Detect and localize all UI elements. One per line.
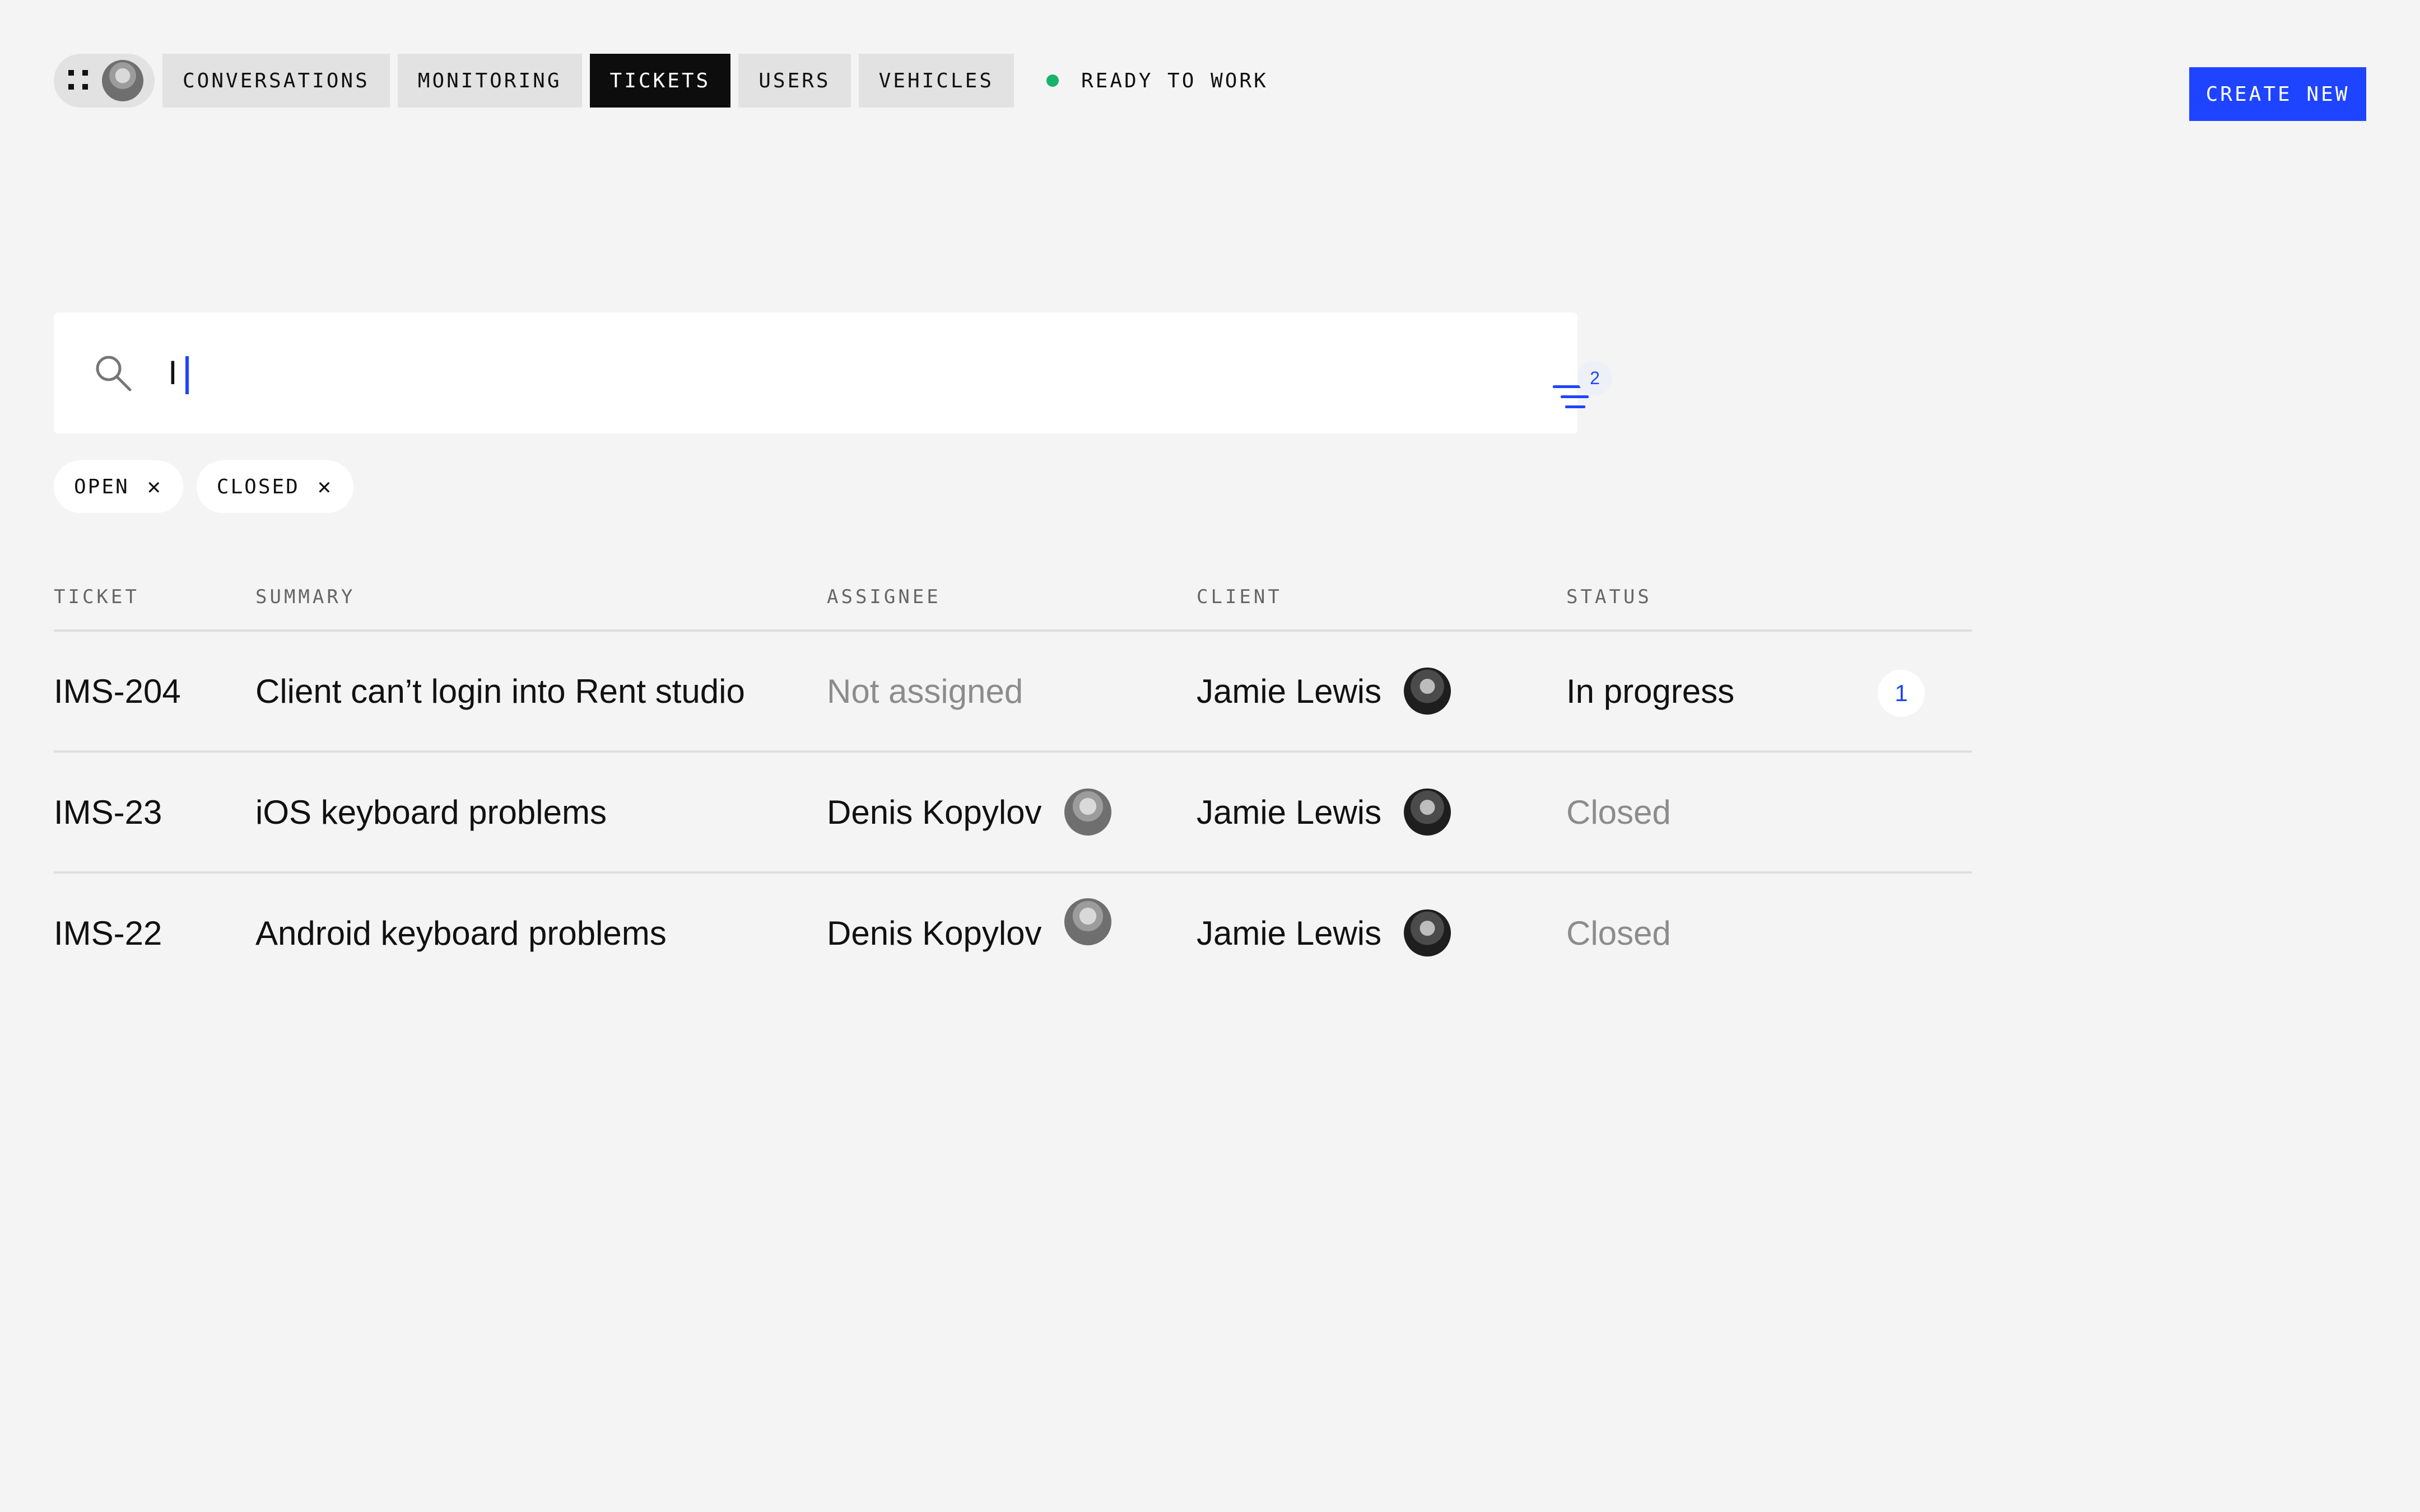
work-status[interactable]: READY TO WORK <box>1046 69 1268 92</box>
client-avatar <box>1404 668 1451 715</box>
tab-users[interactable]: USERS <box>738 54 851 108</box>
table-row[interactable]: IMS-23 iOS keyboard problems Denis Kopyl… <box>54 753 1972 874</box>
chip-label: CLOSED <box>216 475 300 498</box>
client-avatar <box>1404 788 1451 836</box>
active-filters: OPEN ✕ CLOSED ✕ <box>54 460 353 513</box>
column-header-summary[interactable]: SUMMARY <box>255 586 355 608</box>
tab-monitoring[interactable]: MONITORING <box>397 54 582 108</box>
ticket-client: Jamie Lewis <box>1197 753 1451 871</box>
current-user-avatar[interactable] <box>102 60 143 101</box>
close-icon[interactable]: ✕ <box>147 475 161 498</box>
ticket-assignee: Denis Kopylov <box>827 874 1111 992</box>
tab-vehicles[interactable]: VEHICLES <box>858 54 1014 108</box>
chip-label: OPEN <box>74 475 129 498</box>
menu-grid-icon[interactable] <box>68 70 90 91</box>
filter-count-badge: 2 <box>1577 361 1612 395</box>
client-name: Jamie Lewis <box>1197 672 1382 710</box>
assignee-avatar <box>1064 788 1111 836</box>
unread-count-badge: 1 <box>1878 670 1925 717</box>
ticket-summary: Client can’t login into Rent studio <box>255 672 745 710</box>
text-caret <box>185 356 189 395</box>
search-bar[interactable]: I 2 <box>54 312 1612 433</box>
filter-chip-open[interactable]: OPEN ✕ <box>54 460 183 513</box>
search-icon <box>96 356 132 391</box>
tab-tickets[interactable]: TICKETS <box>589 54 731 108</box>
tab-conversations[interactable]: CONVERSATIONS <box>162 54 390 108</box>
column-header-ticket[interactable]: TICKET <box>54 586 139 608</box>
ticket-assignee: Denis Kopylov <box>827 753 1111 871</box>
tickets-table: TICKET SUMMARY ASSIGNEE CLIENT STATUS IM… <box>54 582 1972 992</box>
ticket-summary: Android keyboard problems <box>255 914 667 952</box>
assignee-name: Denis Kopylov <box>827 914 1042 952</box>
table-row[interactable]: IMS-22 Android keyboard problems Denis K… <box>54 874 1972 992</box>
filter-chip-closed[interactable]: CLOSED ✕ <box>196 460 353 513</box>
status-label: READY TO WORK <box>1081 69 1268 92</box>
ticket-status: In progress <box>1566 672 1735 710</box>
ticket-client: Jamie Lewis <box>1197 874 1451 992</box>
client-avatar <box>1404 909 1451 956</box>
create-new-button[interactable]: CREATE NEW <box>2189 67 2366 121</box>
ticket-id: IMS-22 <box>54 914 162 952</box>
column-header-client[interactable]: CLIENT <box>1197 586 1282 608</box>
ticket-client: Jamie Lewis <box>1197 632 1451 750</box>
assignee-name: Denis Kopylov <box>827 793 1042 831</box>
ticket-id: IMS-204 <box>54 672 181 710</box>
ticket-status: Closed <box>1566 914 1671 952</box>
top-navigation: CONVERSATIONS MONITORING TICKETS USERS V… <box>54 54 1268 108</box>
ticket-summary: iOS keyboard problems <box>255 793 607 831</box>
search-input[interactable]: I <box>168 352 189 395</box>
column-header-assignee[interactable]: ASSIGNEE <box>827 586 941 608</box>
search-input-value: I <box>168 354 178 391</box>
column-header-status[interactable]: STATUS <box>1566 586 1652 608</box>
filter-button[interactable]: 2 <box>1499 338 1612 408</box>
ticket-id: IMS-23 <box>54 793 162 831</box>
close-icon[interactable]: ✕ <box>318 475 331 498</box>
menu-avatar-pill[interactable] <box>54 54 155 108</box>
assignee-avatar <box>1064 898 1111 945</box>
client-name: Jamie Lewis <box>1197 914 1382 952</box>
table-row[interactable]: IMS-204 Client can’t login into Rent stu… <box>54 632 1972 753</box>
ticket-status: Closed <box>1566 793 1671 831</box>
ticket-assignee: Not assigned <box>827 672 1023 710</box>
client-name: Jamie Lewis <box>1197 793 1382 831</box>
table-header: TICKET SUMMARY ASSIGNEE CLIENT STATUS <box>54 582 1972 632</box>
status-dot-icon <box>1046 74 1059 87</box>
